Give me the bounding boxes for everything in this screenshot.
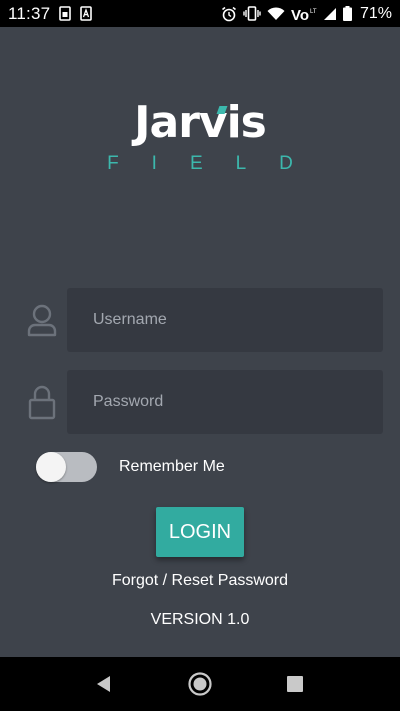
notification-a-icon xyxy=(80,6,93,21)
recents-icon[interactable] xyxy=(282,671,308,697)
status-bar: 11:37 VoLTE xyxy=(0,0,400,27)
status-time: 11:37 xyxy=(8,3,51,23)
username-field-box xyxy=(67,288,383,352)
user-icon xyxy=(25,302,59,338)
wifi-icon xyxy=(267,6,285,21)
alarm-icon xyxy=(221,6,237,22)
lock-icon xyxy=(25,384,59,420)
remember-me-label: Remember Me xyxy=(119,458,225,475)
sim-card-icon xyxy=(59,6,72,21)
password-row xyxy=(25,370,385,436)
login-screen: 11:37 VoLTE xyxy=(0,0,400,711)
forgot-password-link[interactable]: Forgot / Reset Password xyxy=(0,572,400,590)
status-right: VoLTE 71% xyxy=(221,5,392,23)
home-icon[interactable] xyxy=(187,671,213,697)
toggle-knob xyxy=(36,452,66,482)
logo-title: Jarvis xyxy=(134,97,267,148)
logo-title-text: Jarvis xyxy=(134,97,267,148)
app-logo: Jarvis FIELD xyxy=(0,100,400,174)
status-left: 11:37 xyxy=(8,3,93,24)
signal-icon xyxy=(323,7,337,21)
username-row xyxy=(25,288,385,354)
volte-icon: VoLTE xyxy=(291,6,317,22)
username-input[interactable] xyxy=(91,310,359,330)
password-field-box xyxy=(67,370,383,434)
login-button[interactable]: LOGIN xyxy=(156,507,244,557)
remember-me-row: Remember Me xyxy=(36,451,225,483)
vibrate-icon xyxy=(243,6,261,21)
back-icon[interactable] xyxy=(91,671,117,697)
password-input[interactable] xyxy=(91,392,359,412)
remember-me-toggle[interactable] xyxy=(36,452,97,482)
svg-text:Vo: Vo xyxy=(291,7,309,22)
logo-subtitle: FIELD xyxy=(107,153,326,174)
navigation-bar xyxy=(0,657,400,711)
battery-icon xyxy=(342,6,352,21)
svg-text:LTE: LTE xyxy=(310,9,317,15)
battery-percent: 71% xyxy=(359,4,392,22)
version-label: VERSION 1.0 xyxy=(150,611,250,628)
